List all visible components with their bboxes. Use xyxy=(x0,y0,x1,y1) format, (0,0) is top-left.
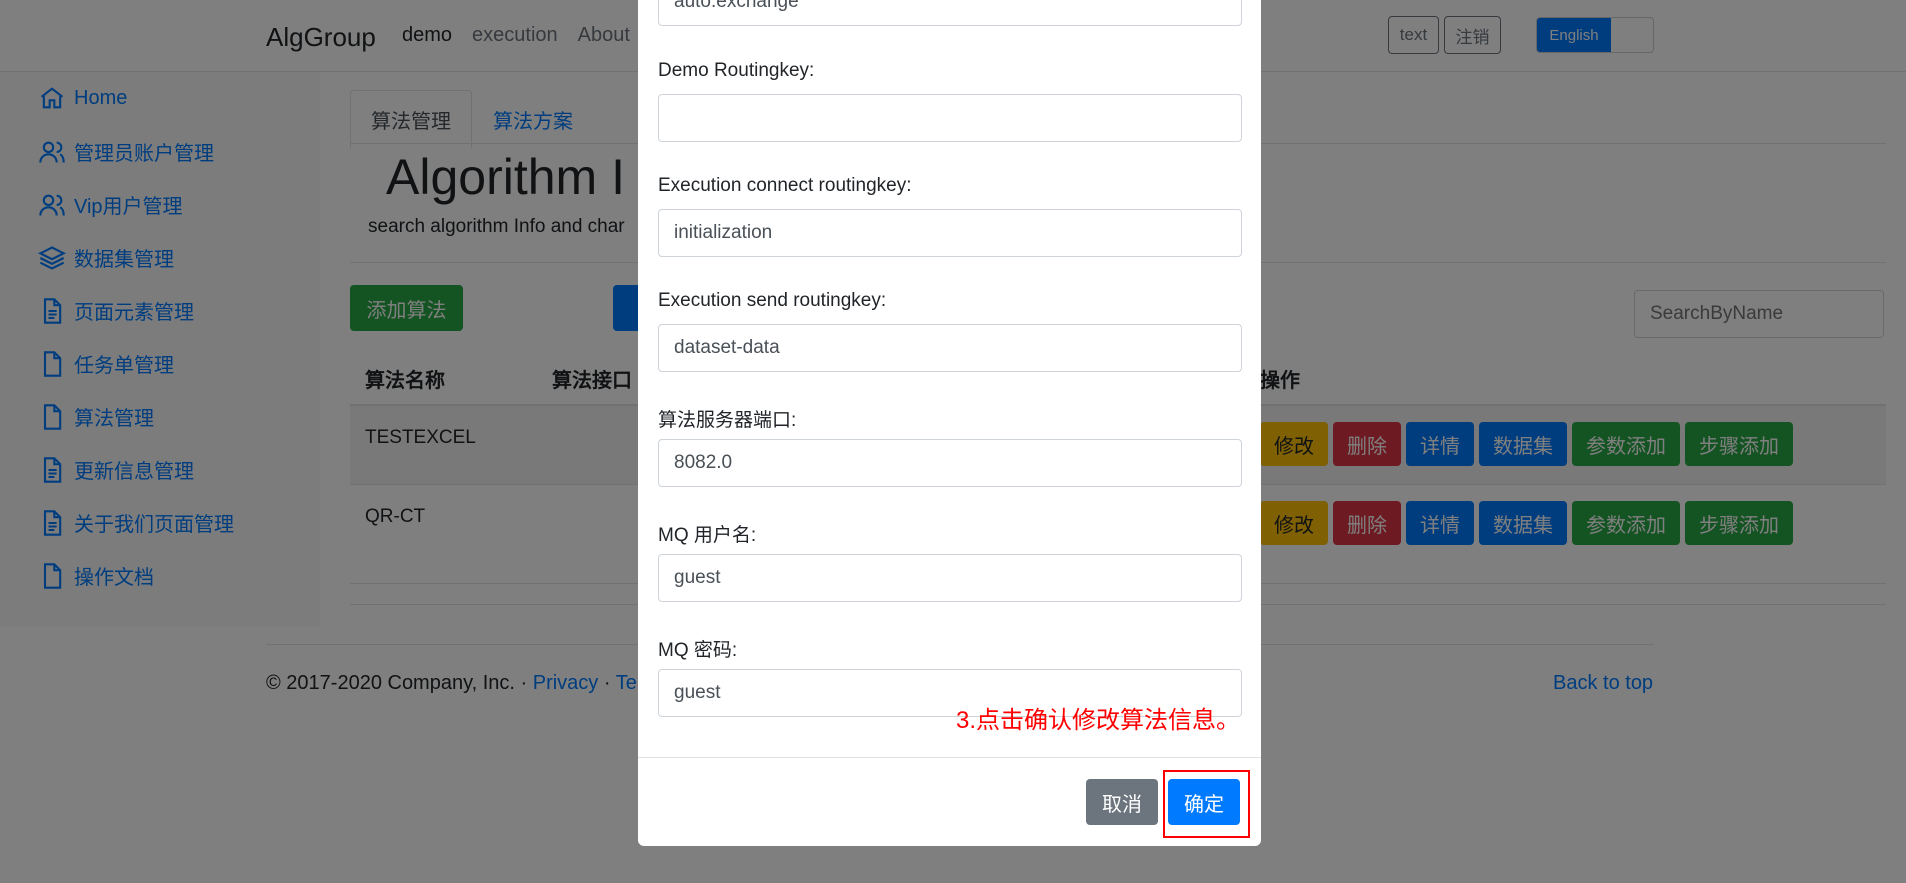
edit-algorithm-modal: Demo Routingkey: Execution connect routi… xyxy=(638,0,1261,846)
modal-footer-divider xyxy=(638,757,1261,758)
highlight-box xyxy=(1163,770,1250,838)
execution-connect-routingkey-label: Execution connect routingkey: xyxy=(658,175,912,196)
execution-send-routingkey-input[interactable] xyxy=(658,324,1242,372)
execution-connect-routingkey-input[interactable] xyxy=(658,209,1242,257)
server-port-label: 算法服务器端口: xyxy=(658,410,797,431)
cancel-button[interactable]: 取消 xyxy=(1086,779,1158,825)
demo-routingkey-input[interactable] xyxy=(658,94,1242,142)
instruction-annotation: 3.点击确认修改算法信息。 xyxy=(956,707,1241,734)
mq-username-input[interactable] xyxy=(658,554,1242,602)
server-port-input[interactable] xyxy=(658,439,1242,487)
mq-password-label: MQ 密码: xyxy=(658,640,738,661)
exchange-input[interactable] xyxy=(658,0,1242,26)
demo-routingkey-label: Demo Routingkey: xyxy=(658,60,815,81)
mq-username-label: MQ 用户名: xyxy=(658,525,757,546)
execution-send-routingkey-label: Execution send routingkey: xyxy=(658,290,887,311)
